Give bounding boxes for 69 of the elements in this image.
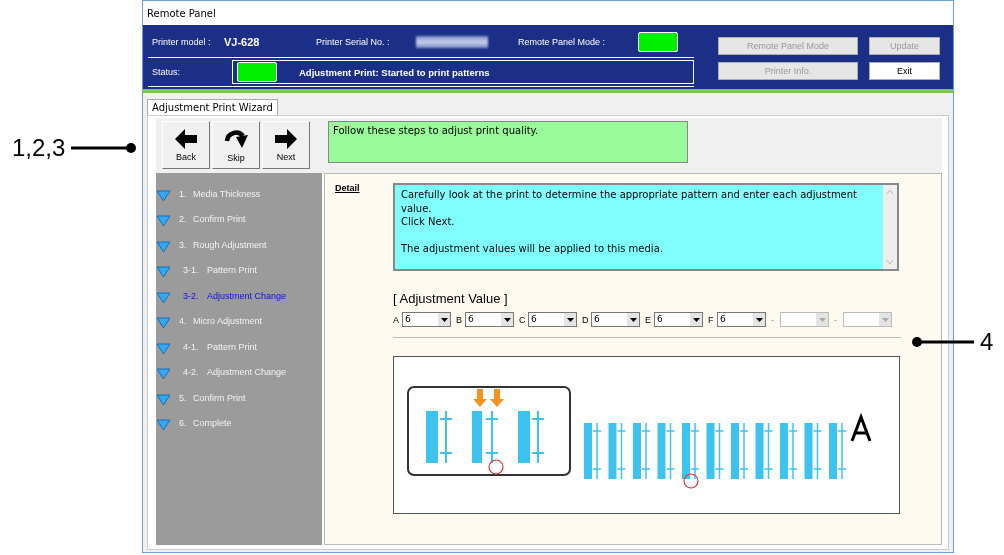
right-arrow-icon [275,128,297,149]
field-label: Status: [151,67,181,77]
toolbar-button[interactable]: Skip [212,121,260,169]
triangle-icon [156,368,171,381]
triangle-icon [156,342,171,355]
detail-paragraph: The adjustment values will be applied to this media. [401,242,664,256]
step-item[interactable]: 5. Confirm Print [156,385,322,411]
value-dropdown[interactable]: 6 [717,312,766,327]
curved-arrow-icon [224,127,248,150]
dropdown-arrow-icon [692,317,700,322]
field-label: C [519,314,526,325]
triangle-icon [156,240,171,253]
field-label: - [834,314,838,325]
scroll-up-icon[interactable] [886,189,894,195]
dropdown-arrow-icon [881,317,889,322]
step-item[interactable]: 3. Rough Adjustment [156,232,322,258]
toolbar-button[interactable]: Back [162,121,210,169]
leader-line [912,337,974,347]
triangle-icon [156,215,171,228]
step-item[interactable]: 3-2. Adjustment Change [156,283,322,309]
dropdown-arrow-icon [503,317,511,322]
step-item[interactable]: 4-2. Adjustment Change [156,359,322,385]
triangle-icon [156,419,171,432]
instruction-text: Follow these steps to adjust print quality. [333,125,539,136]
triangle-icon [156,189,171,202]
leader-line [71,143,138,153]
header-button[interactable]: Exit [869,62,940,80]
step-item[interactable]: 4. Micro Adjustment [156,308,322,334]
step-item[interactable]: 2. Confirm Print [156,206,322,232]
field-label: A [393,314,400,325]
value-dropdown[interactable]: 6 [465,312,514,327]
field-label: Printer Serial No. : [316,37,391,47]
window-title: Remote Panel [147,7,216,19]
detail-paragraph: Carefully look at the print to determine the appropriate pattern and enter each adjustment value. Click Next. [401,188,859,229]
field-label: D [582,314,589,325]
field-label: B [456,314,463,325]
value-dropdown[interactable]: 6 [654,312,703,327]
left-arrow-icon [175,128,197,149]
dropdown-arrow-icon [755,317,763,322]
dropdown-arrow-icon [566,317,574,322]
value-dropdown[interactable]: 6 [402,312,451,327]
step-item[interactable]: 4-1. Pattern Print [156,334,322,360]
triangle-icon [156,317,171,330]
callout-label: 4 [980,328,994,356]
scroll-down-icon[interactable] [886,259,894,265]
field-label: E [645,314,652,325]
step-item[interactable]: 1. Media Thickness [156,181,322,207]
status-text: Adjustment Print: Started to print patterns [299,66,490,78]
wizard-tab[interactable]: Adjustment Print Wizard [147,99,278,115]
field-label: F [708,314,715,325]
dropdown-arrow-icon [629,317,637,322]
field-label: Remote Panel Mode : [518,37,607,47]
section-title: [ Adjustment Value ] [393,291,509,306]
field-label: - [771,314,775,325]
value-dropdown[interactable]: 6 [591,312,640,327]
step-item[interactable]: 3-1. Pattern Print [156,257,322,283]
dropdown-arrow-icon [440,317,448,322]
model-value: VJ-628 [224,36,261,48]
callout-label: 1,2,3 [12,134,66,162]
value-dropdown[interactable]: 6 [528,312,577,327]
section-label: Detail [335,183,361,195]
redacted-value [416,36,488,48]
dropdown-arrow-icon [818,317,826,322]
field-label: Printer model : [151,37,212,47]
triangle-icon [156,291,171,304]
triangle-icon [156,393,171,406]
step-item[interactable]: 6. Complete [156,410,322,436]
triangle-icon [156,266,171,279]
toolbar-button[interactable]: Next [262,121,310,169]
